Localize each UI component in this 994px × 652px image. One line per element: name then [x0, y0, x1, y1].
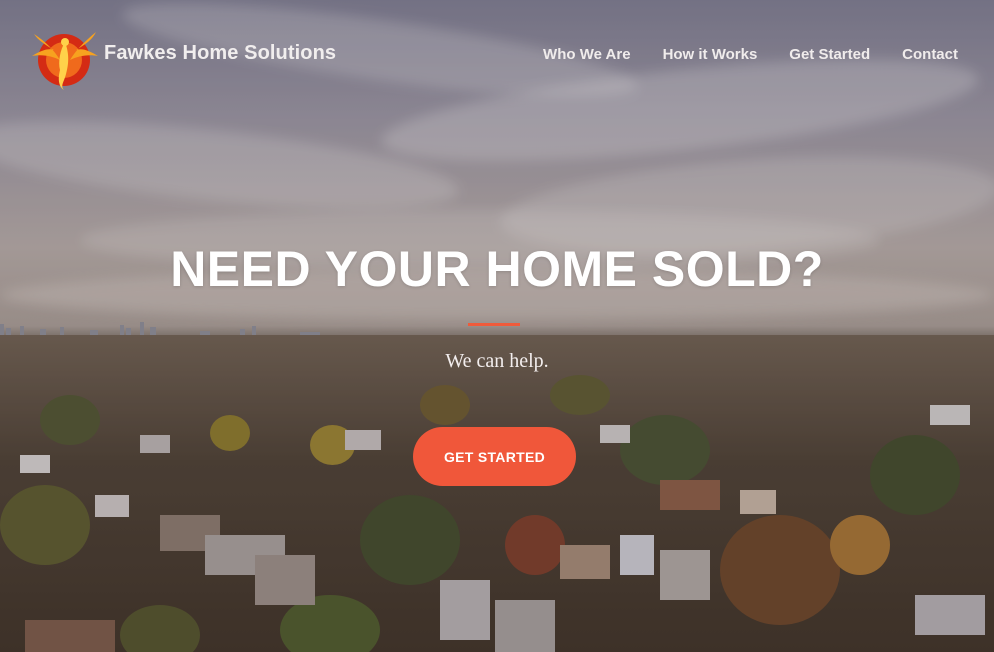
- nav-link-get-started[interactable]: Get Started: [789, 46, 870, 63]
- main-menu: Who We Are How it Works Get Started Cont…: [543, 46, 958, 63]
- top-navbar: Fawkes Home Solutions Who We Are How it …: [0, 0, 994, 110]
- phoenix-icon[interactable]: [30, 20, 100, 92]
- nav-link-who-we-are[interactable]: Who We Are: [543, 46, 631, 63]
- headline-divider: [468, 323, 520, 326]
- nav-link-how-it-works[interactable]: How it Works: [663, 46, 758, 63]
- hero-headline: NEED YOUR HOME SOLD?: [170, 241, 824, 297]
- hero-subheadline: We can help.: [445, 350, 549, 372]
- get-started-button[interactable]: GET STARTED: [413, 427, 576, 486]
- nav-link-contact[interactable]: Contact: [902, 46, 958, 63]
- brand-name[interactable]: Fawkes Home Solutions: [104, 42, 336, 65]
